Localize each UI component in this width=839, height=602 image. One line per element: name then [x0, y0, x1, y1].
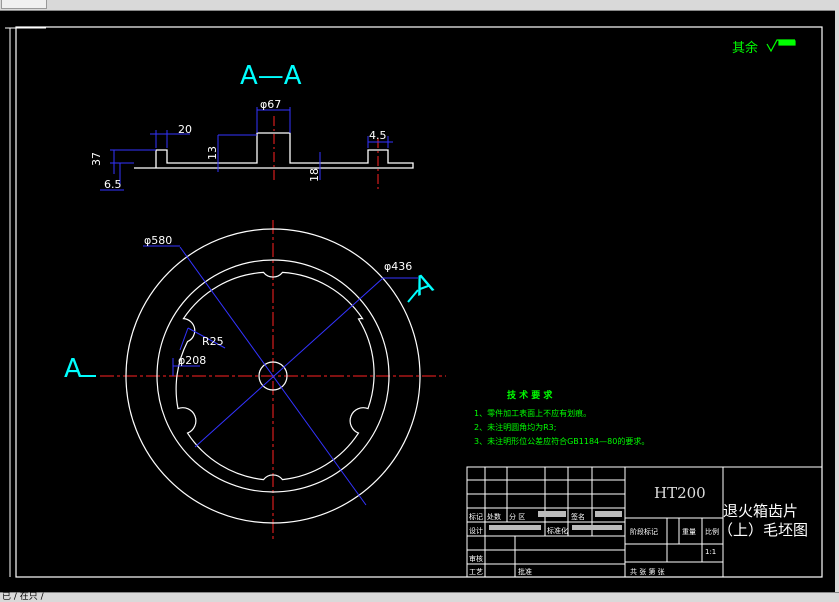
drawing-canvas[interactable]: 其余 A—A φ67 20 13 37 6.5 4.5 18 A A φ580 … — [0, 0, 839, 601]
tech-req-item-3: 3、未注明形位公差应符合GB1184—80的要求。 — [474, 436, 649, 446]
label-signature: 签名 — [571, 512, 585, 521]
dim-d580: φ580 — [144, 234, 172, 247]
dim-w4-5: 4.5 — [369, 129, 387, 142]
scale-value: 1:1 — [705, 548, 716, 556]
label-count: 处数 — [487, 512, 501, 521]
section-title: A—A — [240, 61, 302, 91]
part-name-line1: 退火箱齿片 — [723, 502, 798, 520]
section-marker-right: A — [410, 268, 437, 302]
label-standardize: 标准化 — [547, 526, 568, 535]
dim-r25: R25 — [202, 335, 224, 348]
tech-req-item-1: 1、零件加工表面上不应有划痕。 — [474, 408, 591, 418]
surface-note: 其余 — [732, 40, 758, 56]
label-scale: 比例 — [705, 527, 719, 536]
part-name-line2: （上）毛坯图 — [718, 521, 808, 539]
section-marker-left: A — [64, 354, 82, 384]
material-label: HT200 — [654, 484, 706, 502]
tech-req-title: 技 术 要 求 — [507, 389, 553, 401]
dim-h13: 13 — [206, 146, 219, 160]
section-cut-marks — [80, 289, 419, 377]
label-approve: 批准 — [518, 567, 532, 576]
dim-h18: 18 — [308, 168, 321, 182]
label-process: 工艺 — [469, 568, 483, 576]
dim-h6-5: 6.5 — [104, 178, 122, 191]
dim-d436: φ436 — [384, 260, 412, 273]
tech-req-item-2: 2、未注明圆角均为R3; — [474, 422, 556, 432]
label-sheets: 共 张 第 张 — [630, 567, 665, 576]
roughness-symbol-icon — [766, 39, 796, 53]
label-weight: 重量 — [682, 528, 696, 536]
dim-w20: 20 — [178, 123, 192, 136]
label-review: 审核 — [469, 554, 483, 563]
dim-h37: 37 — [90, 152, 103, 166]
label-design: 设计 — [469, 526, 483, 535]
dim-d208: φ208 — [178, 354, 206, 367]
section-dimension-lines — [100, 107, 393, 191]
dim-d67: φ67 — [260, 98, 281, 111]
label-zone: 分 区 — [509, 512, 525, 521]
label-stage-mark: 阶段标记 — [630, 527, 658, 536]
label-mark: 标记 — [469, 512, 483, 521]
